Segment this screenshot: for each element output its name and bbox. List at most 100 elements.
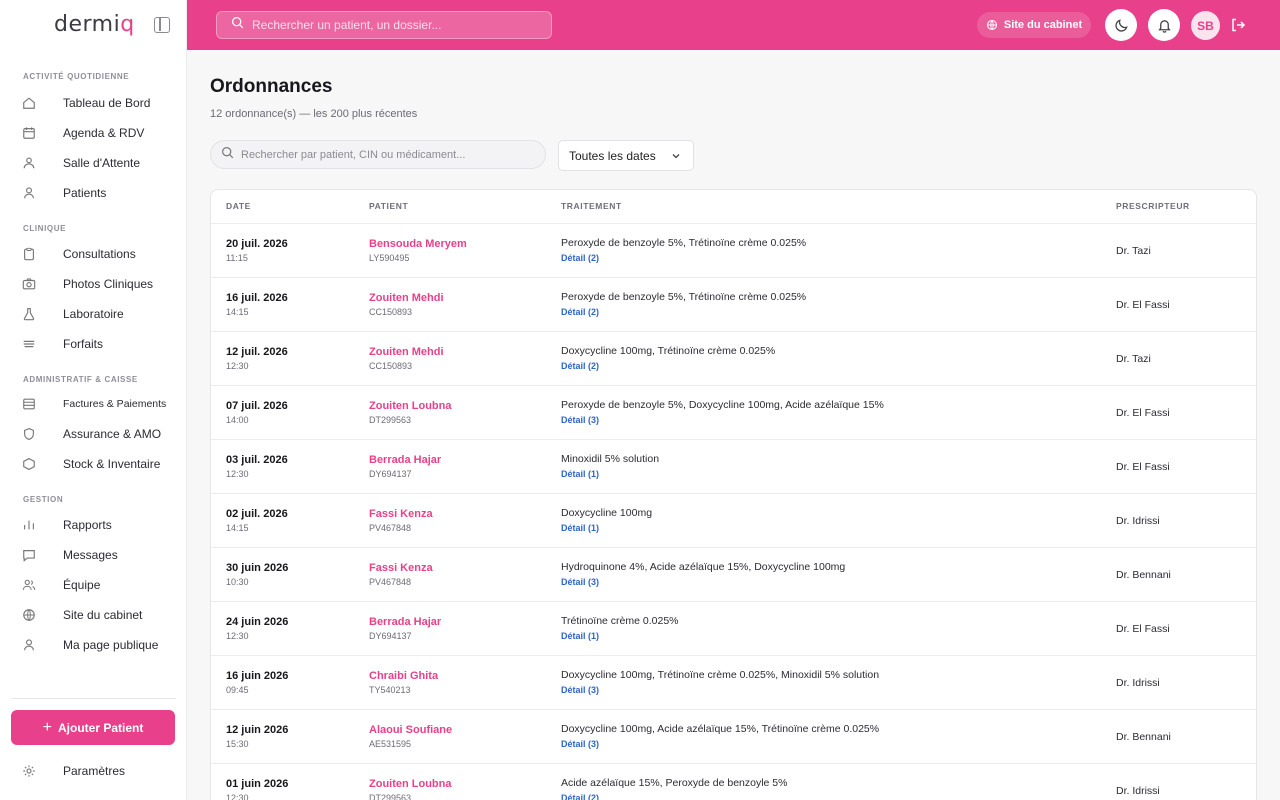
- sidebar-item-patients[interactable]: Patients: [22, 180, 172, 206]
- sidebar-item-ma-page-publique[interactable]: Ma page publique: [22, 632, 172, 658]
- sidebar-item-factures[interactable]: Factures & Paiements: [22, 391, 172, 417]
- row-treatment: Peroxyde de benzoyle 5%, Doxycycline 100…: [561, 399, 884, 411]
- row-detail-link[interactable]: Détail (2): [561, 361, 599, 371]
- sidebar-item-forfaits[interactable]: Forfaits: [22, 331, 172, 357]
- row-date: 02 juil. 2026: [226, 508, 288, 520]
- table-row[interactable]: 12 juil. 2026 12:30 Zouiten Mehdi CC150893 D…: [211, 332, 1256, 386]
- sidebar-item-photos-cliniques[interactable]: Photos Cliniques: [22, 271, 172, 297]
- row-detail-link[interactable]: Détail (2): [561, 307, 599, 317]
- row-patient-link[interactable]: Berrada Hajar: [369, 454, 441, 466]
- row-detail-link[interactable]: Détail (2): [561, 793, 599, 800]
- message-icon: [22, 548, 36, 562]
- prescription-search[interactable]: [210, 140, 546, 169]
- row-patient-link[interactable]: Zouiten Mehdi: [369, 346, 444, 358]
- row-patient-link[interactable]: Fassi Kenza: [369, 508, 433, 520]
- notifications-button[interactable]: [1148, 9, 1180, 41]
- row-date: 03 juil. 2026: [226, 454, 288, 466]
- table-row[interactable]: 12 juin 2026 15:30 Alaoui Soufiane AE531595…: [211, 710, 1256, 764]
- sidebar-item-label: Rapports: [63, 518, 112, 532]
- column-header-prescriber[interactable]: PRESCRIPTEUR: [1116, 201, 1190, 211]
- row-cin: PV467848: [369, 523, 412, 533]
- row-detail-link[interactable]: Détail (3): [561, 577, 599, 587]
- shield-icon: [22, 427, 36, 441]
- table-row[interactable]: 16 juil. 2026 14:15 Zouiten Mehdi CC150893 P…: [211, 278, 1256, 332]
- sidebar-collapse-icon[interactable]: [154, 17, 170, 33]
- row-cin: CC150893: [369, 307, 413, 317]
- table-row[interactable]: 30 juin 2026 10:30 Fassi Kenza PV467848 Hydr…: [211, 548, 1256, 602]
- row-treatment: Doxycycline 100mg: [561, 507, 653, 519]
- sidebar-item-assurance[interactable]: Assurance & AMO: [22, 421, 172, 447]
- home-icon: [22, 96, 36, 110]
- prescription-search-input[interactable]: [241, 148, 541, 161]
- row-patient-link[interactable]: Zouiten Mehdi: [369, 292, 444, 304]
- table-row[interactable]: 20 juil. 2026 11:15 Bensouda Meryem LY59049…: [211, 224, 1256, 278]
- row-treatment: Doxycycline 100mg, Trétinoïne crème 0.02…: [561, 345, 776, 357]
- table-row[interactable]: 24 juin 2026 12:30 Berrada Hajar DY694137 Tr…: [211, 602, 1256, 656]
- chevron-down-icon: [672, 154, 680, 159]
- row-time: 14:00: [226, 415, 249, 425]
- row-time: 14:15: [226, 307, 249, 317]
- row-time: 10:30: [226, 577, 249, 587]
- row-treatment: Doxycycline 100mg, Acide azélaïque 15%, …: [561, 723, 880, 735]
- sidebar-item-consultations[interactable]: Consultations: [22, 241, 172, 267]
- sidebar-item-label: Équipe: [63, 578, 101, 592]
- logo[interactable]: dermiq: [54, 12, 135, 37]
- flask-icon: [22, 307, 36, 321]
- sidebar-item-laboratoire[interactable]: Laboratoire: [22, 301, 172, 327]
- table-row[interactable]: 16 juin 2026 09:45 Chraibi Ghita TY540213 Do…: [211, 656, 1256, 710]
- row-detail-link[interactable]: Détail (3): [561, 415, 599, 425]
- global-search-input[interactable]: [252, 18, 542, 32]
- row-cin: CC150893: [369, 361, 413, 371]
- row-date: 16 juin 2026: [226, 670, 289, 682]
- sidebar-item-agenda[interactable]: Agenda & RDV: [22, 120, 172, 146]
- add-patient-button[interactable]: + Ajouter Patient: [11, 710, 175, 745]
- table-row[interactable]: 01 juin 2026 12:30 Zouiten Loubna DT299563 A…: [211, 764, 1256, 800]
- row-detail-link[interactable]: Détail (1): [561, 523, 599, 533]
- row-patient-link[interactable]: Berrada Hajar: [369, 616, 441, 628]
- sidebar-item-messages[interactable]: Messages: [22, 542, 172, 568]
- row-detail-link[interactable]: Détail (1): [561, 631, 599, 641]
- date-filter-select[interactable]: Toutes les dates: [558, 140, 694, 171]
- column-header-date[interactable]: DATE: [226, 201, 251, 211]
- sidebar-item-stock[interactable]: Stock & Inventaire: [22, 451, 172, 477]
- row-patient-link[interactable]: Zouiten Loubna: [369, 778, 451, 790]
- column-header-treatment[interactable]: TRAITEMENT: [561, 201, 622, 211]
- row-time: 12:30: [226, 631, 249, 641]
- sidebar-item-tableau-de-bord[interactable]: Tableau de Bord: [22, 90, 172, 116]
- table-row[interactable]: 02 juil. 2026 14:15 Fassi Kenza PV467848 Dox…: [211, 494, 1256, 548]
- row-detail-link[interactable]: Détail (1): [561, 469, 599, 479]
- dark-mode-button[interactable]: [1105, 9, 1137, 41]
- row-date: 20 juil. 2026: [226, 238, 288, 250]
- row-patient-link[interactable]: Fassi Kenza: [369, 562, 433, 574]
- row-date: 12 juil. 2026: [226, 346, 288, 358]
- topbar: Site du cabinet SB: [187, 0, 1280, 50]
- sidebar-item-salle-attente[interactable]: Salle d'Attente: [22, 150, 172, 176]
- row-detail-link[interactable]: Détail (3): [561, 685, 599, 695]
- search-icon: [231, 16, 244, 34]
- sidebar-item-site-du-cabinet[interactable]: Site du cabinet: [22, 602, 172, 628]
- row-patient-link[interactable]: Bensouda Meryem: [369, 238, 467, 250]
- logout-icon[interactable]: [1230, 17, 1246, 38]
- site-du-cabinet-button[interactable]: Site du cabinet: [977, 12, 1091, 38]
- sidebar-item-equipe[interactable]: Équipe: [22, 572, 172, 598]
- global-search[interactable]: [216, 11, 552, 39]
- row-date: 24 juin 2026: [226, 616, 289, 628]
- row-time: 12:30: [226, 469, 249, 479]
- row-detail-link[interactable]: Détail (2): [561, 253, 599, 263]
- row-cin: AE531595: [369, 739, 412, 749]
- row-treatment: Peroxyde de benzoyle 5%, Trétinoïne crèm…: [561, 237, 807, 249]
- table-row[interactable]: 07 juil. 2026 14:00 Zouiten Loubna DT299563…: [211, 386, 1256, 440]
- sidebar-item-parametres[interactable]: Paramètres: [22, 758, 172, 784]
- row-detail-link[interactable]: Détail (3): [561, 739, 599, 749]
- sidebar-item-rapports[interactable]: Rapports: [22, 512, 172, 538]
- column-header-patient[interactable]: PATIENT: [369, 201, 408, 211]
- row-patient-link[interactable]: Zouiten Loubna: [369, 400, 451, 412]
- row-time: 14:15: [226, 523, 249, 533]
- avatar[interactable]: SB: [1191, 11, 1220, 40]
- row-prescriber: Dr. Bennani: [1116, 731, 1171, 743]
- nav-section-title: CLINIQUE: [23, 224, 67, 233]
- row-patient-link[interactable]: Alaoui Soufiane: [369, 724, 452, 736]
- row-cin: LY590495: [369, 253, 410, 263]
- row-patient-link[interactable]: Chraibi Ghita: [369, 670, 438, 682]
- table-row[interactable]: 03 juil. 2026 12:30 Berrada Hajar DY694137 M…: [211, 440, 1256, 494]
